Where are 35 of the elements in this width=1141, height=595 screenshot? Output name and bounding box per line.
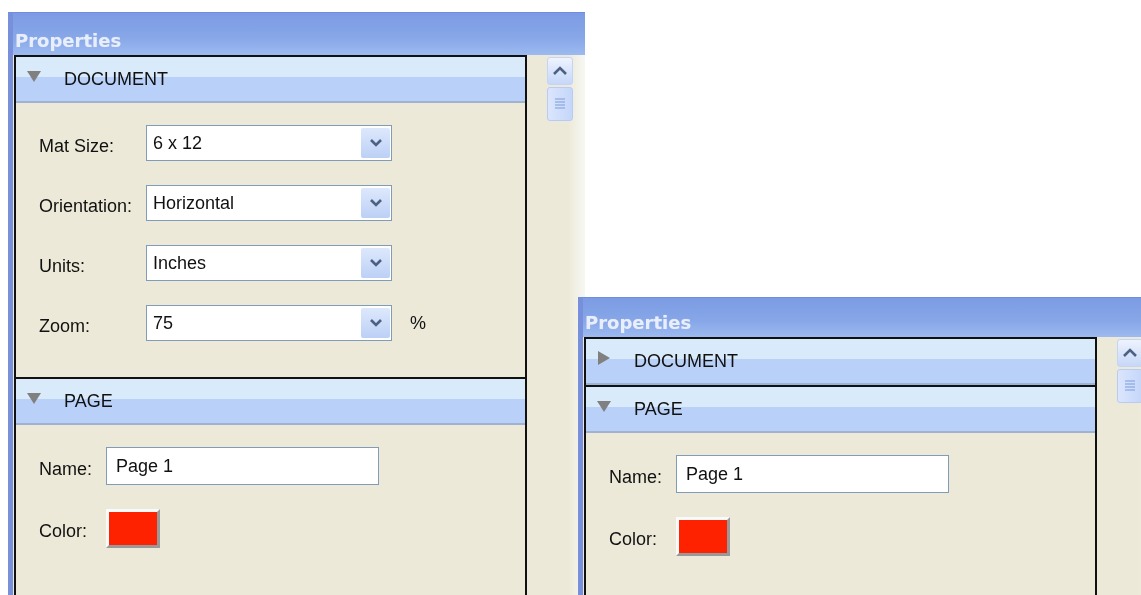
field-label: Name: bbox=[609, 465, 662, 488]
section-header[interactable]: DOCUMENT bbox=[586, 339, 1095, 385]
field-label: Color: bbox=[39, 520, 88, 542]
name-field[interactable]: Page 1 bbox=[676, 455, 949, 493]
dropdown[interactable]: 6 x 12 bbox=[146, 125, 393, 161]
chevron-up-icon bbox=[1122, 348, 1138, 358]
field-label: Mat Size: bbox=[39, 134, 116, 157]
scrollbar-thumb[interactable] bbox=[1117, 369, 1141, 403]
grip-icon bbox=[554, 98, 566, 110]
field-label: Units: bbox=[39, 254, 86, 277]
section-header[interactable]: DOCUMENT bbox=[16, 57, 525, 103]
chevron-down-icon bbox=[368, 138, 383, 148]
chevron-down-icon bbox=[368, 318, 383, 328]
field-label: Color: bbox=[609, 528, 658, 550]
field-label: Name: bbox=[39, 457, 92, 480]
chevron-down-icon bbox=[368, 258, 383, 268]
color-swatch[interactable] bbox=[676, 517, 730, 556]
field-label: Orientation: bbox=[39, 194, 133, 217]
chevron-up-icon bbox=[552, 66, 568, 76]
grip-icon bbox=[1124, 380, 1136, 392]
chevron-down-icon bbox=[368, 198, 383, 208]
dropdown[interactable]: Inches bbox=[146, 245, 393, 281]
panel-title: Properties bbox=[15, 30, 122, 51]
scroll-up-button[interactable] bbox=[1117, 339, 1141, 367]
name-field[interactable]: Page 1 bbox=[106, 447, 379, 485]
dropdown[interactable]: 75 bbox=[146, 305, 393, 341]
unit-label: % bbox=[409, 312, 428, 334]
panel-title: Properties bbox=[585, 312, 692, 333]
dropdown[interactable]: Horizontal bbox=[146, 185, 393, 221]
field-label: Zoom: bbox=[39, 314, 91, 337]
color-swatch[interactable] bbox=[106, 509, 160, 548]
section-header[interactable]: PAGE bbox=[16, 379, 525, 425]
scroll-up-button[interactable] bbox=[547, 57, 573, 85]
scrollbar-thumb[interactable] bbox=[547, 87, 573, 121]
section-header[interactable]: PAGE bbox=[586, 387, 1095, 433]
